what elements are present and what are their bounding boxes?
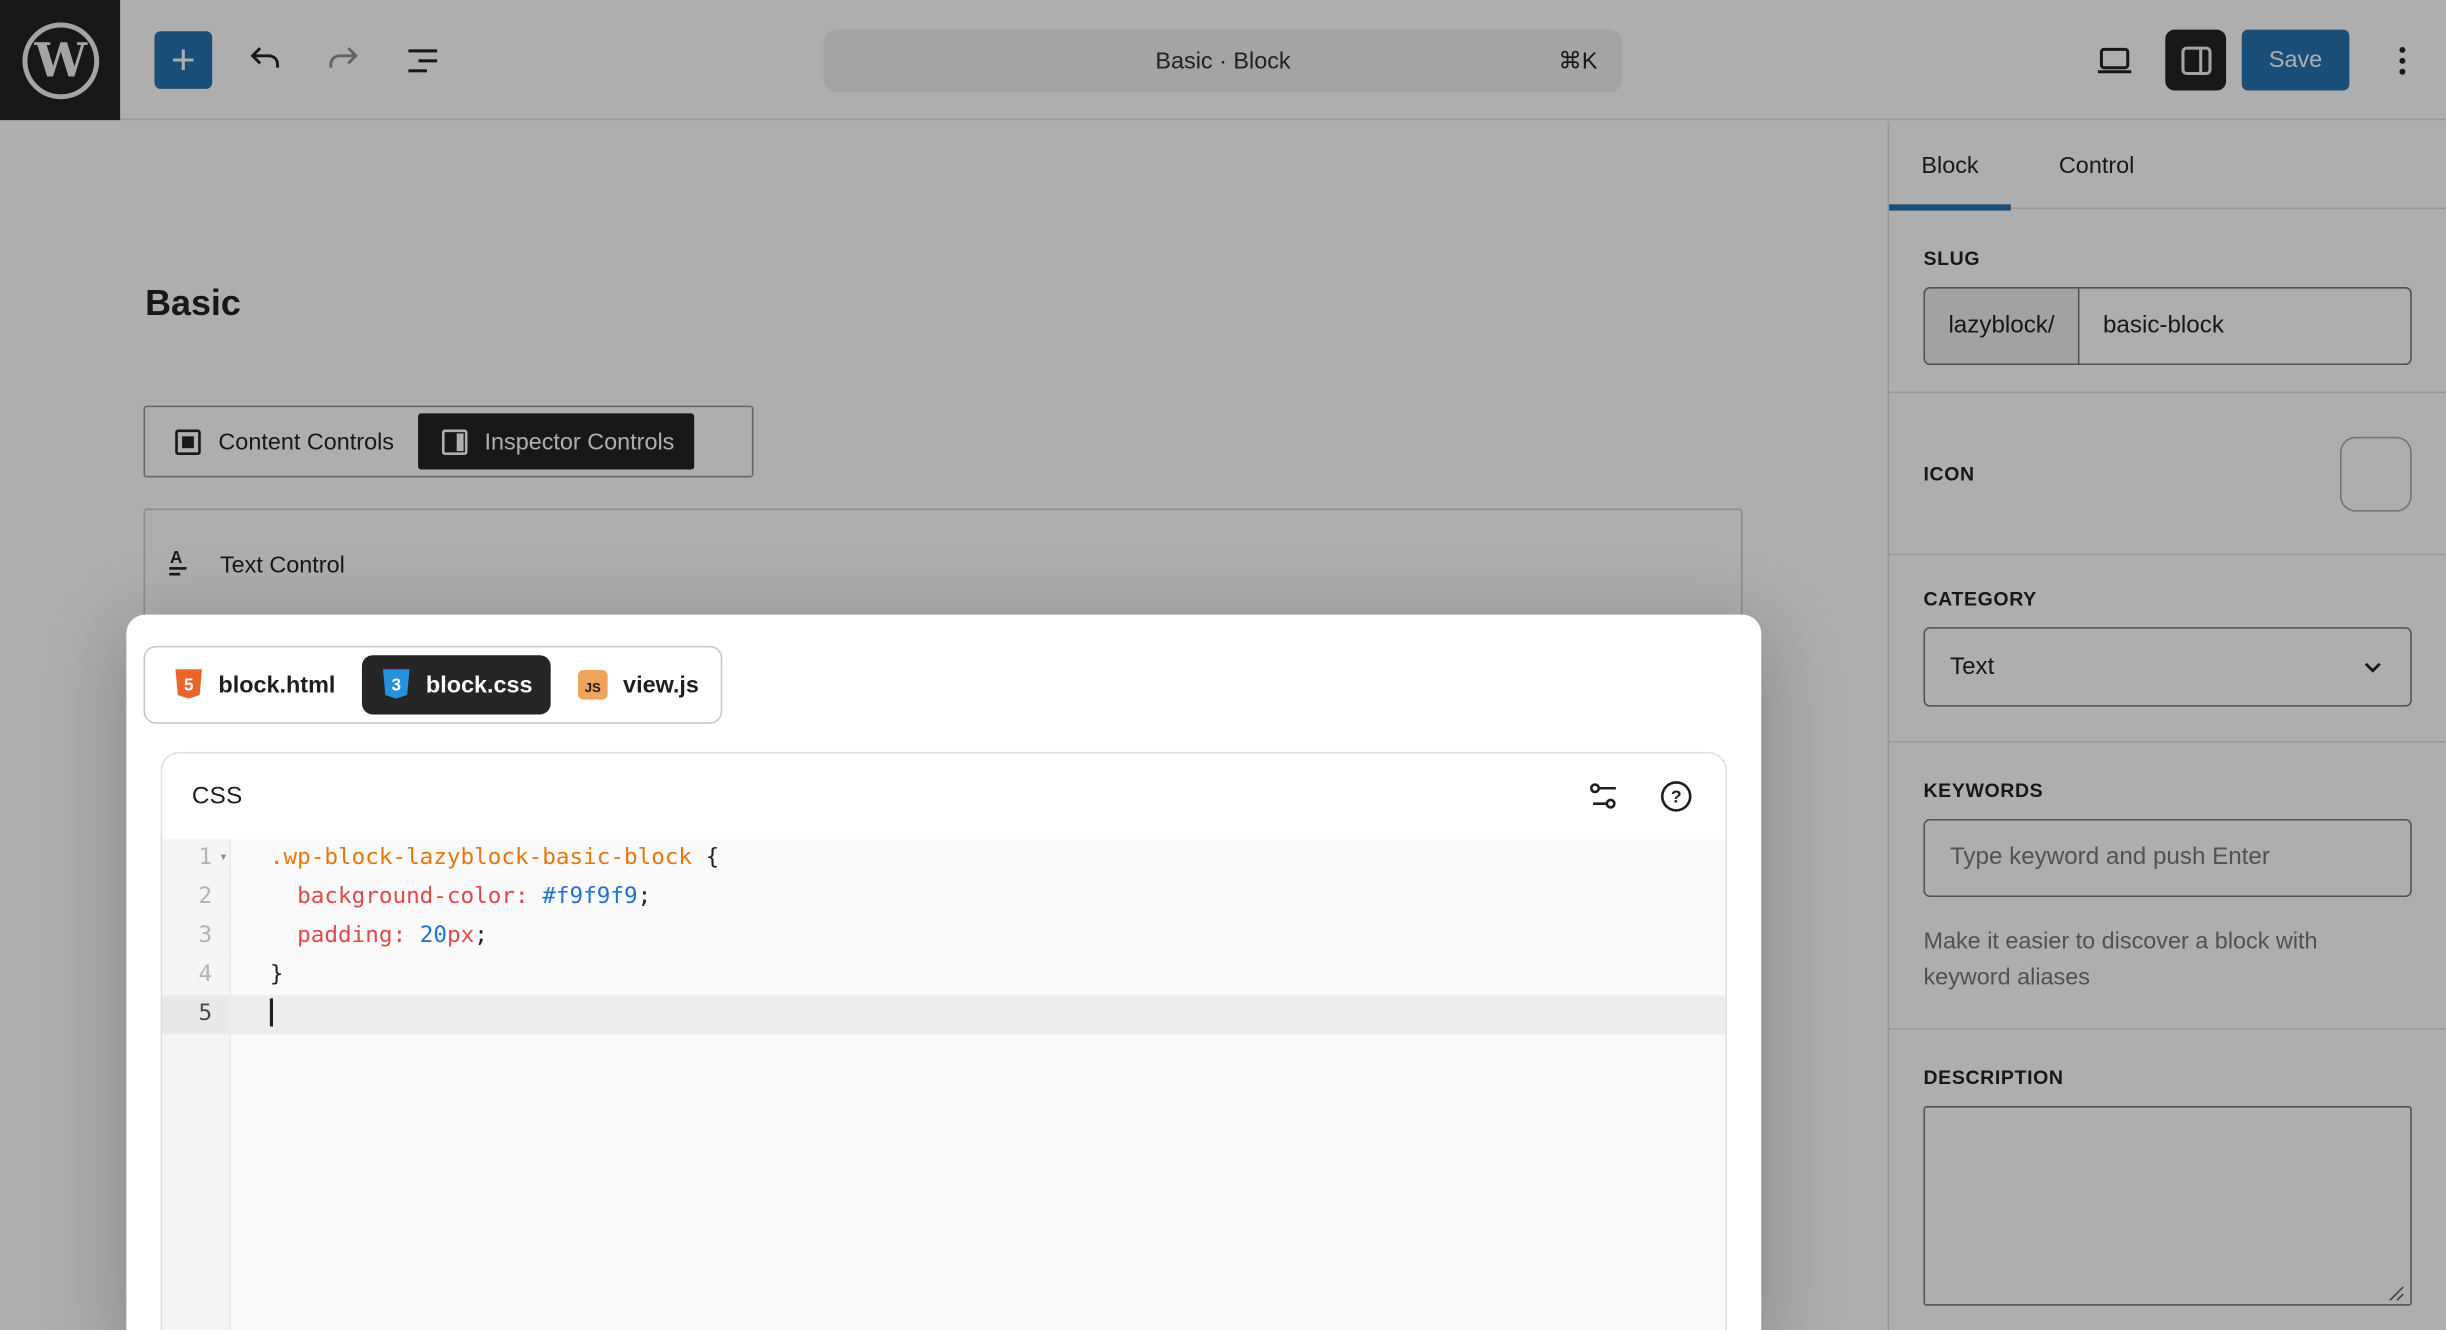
text-cursor xyxy=(270,998,272,1026)
line-number[interactable]: 1▾ xyxy=(162,839,231,878)
code-line-1: 1▾ .wp-block-lazyblock-basic-block { xyxy=(162,839,1725,878)
code-empty-area[interactable] xyxy=(162,1034,1725,1330)
tab-view-js-label: view.js xyxy=(623,672,699,699)
editor-settings-button[interactable] xyxy=(1585,777,1624,816)
fold-caret-icon[interactable]: ▾ xyxy=(219,839,227,878)
gutter-background xyxy=(162,1034,231,1330)
lazyblocks-editor-window: W + xyxy=(0,0,2446,1330)
line-number[interactable]: 3 xyxy=(162,917,231,956)
code-line-2: 2 background-color: #f9f9f9; xyxy=(162,878,1725,917)
code-line-3: 3 padding: 20px; xyxy=(162,917,1725,956)
tab-block-css-label: block.css xyxy=(426,672,533,699)
code-line-5-active: 5 xyxy=(162,995,1725,1034)
code-editor-panel: 5 block.html 3 block.css J xyxy=(126,615,1761,1330)
svg-text:?: ? xyxy=(1671,787,1682,807)
css-editor-frame: CSS ? xyxy=(161,752,1727,1330)
line-number[interactable]: 2 xyxy=(162,878,231,917)
svg-text:5: 5 xyxy=(184,674,194,694)
line-number[interactable]: 4 xyxy=(162,956,231,995)
line-number[interactable]: 5 xyxy=(162,995,231,1034)
tab-view-js[interactable]: JS view.js xyxy=(559,655,718,714)
svg-text:3: 3 xyxy=(391,674,401,694)
js-icon: JS xyxy=(578,669,609,700)
code-line-4: 4 } xyxy=(162,956,1725,995)
tab-block-html-label: block.html xyxy=(218,672,335,699)
css3-icon: 3 xyxy=(381,668,412,702)
css-editor-header: CSS ? xyxy=(162,753,1725,839)
css-editor-title: CSS xyxy=(192,782,243,810)
html5-icon: 5 xyxy=(173,668,204,702)
code-file-tabs: 5 block.html 3 block.css J xyxy=(144,646,723,724)
svg-text:JS: JS xyxy=(585,680,601,695)
tab-block-css[interactable]: 3 block.css xyxy=(362,655,551,714)
css-code-editor[interactable]: 1▾ .wp-block-lazyblock-basic-block { 2 b… xyxy=(162,839,1725,1330)
tab-block-html[interactable]: 5 block.html xyxy=(154,655,354,714)
editor-help-button[interactable]: ? xyxy=(1657,777,1696,816)
